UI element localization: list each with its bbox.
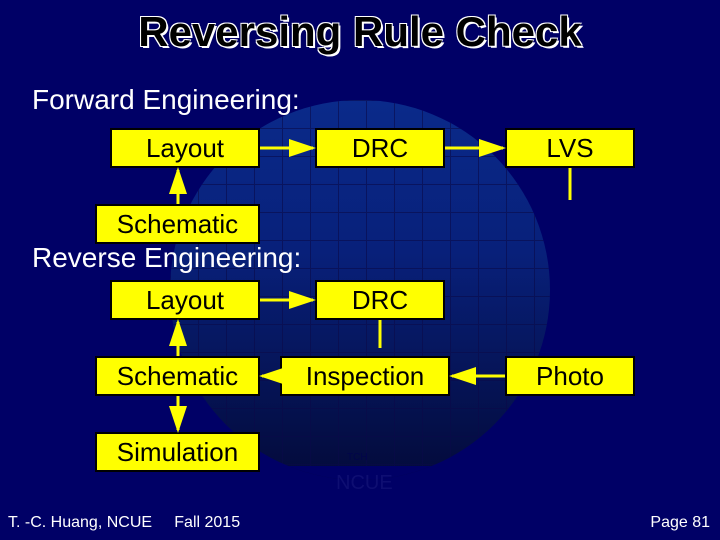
footer-left: T. -C. Huang, NCUE Fall 2015 (8, 514, 240, 532)
page-title: Reversing Rule Check (0, 8, 720, 56)
box-rv-layout: Layout (110, 280, 260, 320)
box-rv-simulation: Simulation (95, 432, 260, 472)
footer-author: T. -C. Huang, NCUE (8, 514, 152, 531)
box-fw-lvs: LVS (505, 128, 635, 168)
watermark-ncue: NCUE (336, 472, 393, 495)
box-rv-inspection: Inspection (280, 356, 450, 396)
footer-page: Page 81 (650, 514, 710, 532)
footer-term: Fall 2015 (174, 514, 240, 531)
section-forward-label: Forward Engineering: (32, 84, 300, 116)
box-fw-schematic: Schematic (95, 204, 260, 244)
box-fw-drc: DRC (315, 128, 445, 168)
box-rv-schematic: Schematic (95, 356, 260, 396)
box-rv-drc: DRC (315, 280, 445, 320)
section-reverse-label: Reverse Engineering: (32, 242, 301, 274)
watermark-tch: TCH (347, 452, 368, 463)
box-rv-photo: Photo (505, 356, 635, 396)
box-fw-layout: Layout (110, 128, 260, 168)
